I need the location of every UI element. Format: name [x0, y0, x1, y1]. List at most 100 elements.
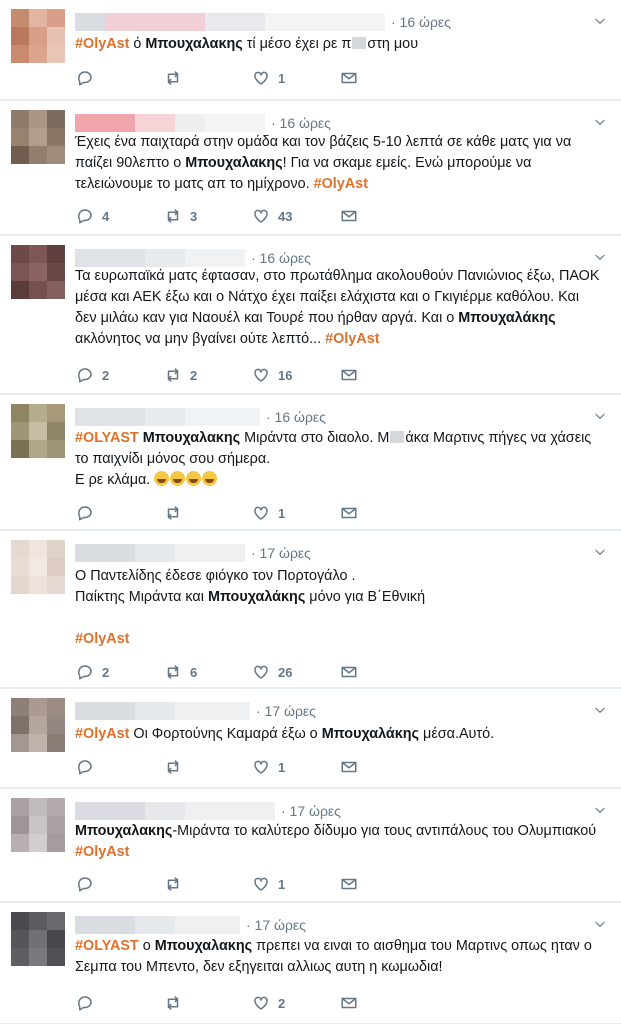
tweet-card[interactable]: · 17 ώρες #OlyAst Οι Φορτούνης Καμαρά έξω…: [0, 689, 621, 788]
chevron-down-icon[interactable]: [593, 250, 607, 260]
like-count: 16: [278, 367, 293, 383]
highlighted-term: Μπουχαλακης: [145, 36, 243, 52]
tweet-timestamp[interactable]: · 17 ώρες: [281, 803, 341, 819]
retweet-button[interactable]: 6: [164, 663, 252, 681]
direct-message-button[interactable]: [340, 758, 428, 776]
tweet-card[interactable]: · 17 ώρες Μπουχαλακης-Μιράντα το καλύτερο…: [0, 789, 621, 902]
tweet-text: #OLYAST ο Μπουχαλακης πρεπει να ειναι το…: [75, 936, 603, 978]
hashtag-link[interactable]: #OLYAST: [75, 938, 139, 954]
reply-button[interactable]: [76, 875, 164, 893]
reply-button[interactable]: [76, 994, 164, 1012]
hashtag-link[interactable]: #OLYAST: [75, 430, 139, 446]
direct-message-button[interactable]: [340, 994, 428, 1012]
avatar[interactable]: [11, 798, 65, 852]
like-button[interactable]: 1: [252, 758, 340, 776]
like-button[interactable]: 26: [252, 663, 340, 681]
tweet-timestamp[interactable]: · 16 ώρες: [251, 250, 311, 266]
like-button[interactable]: 1: [252, 69, 340, 87]
avatar[interactable]: [11, 698, 65, 752]
blurred-username[interactable]: [75, 802, 275, 820]
tweet-actions: 1: [76, 874, 428, 894]
blurred-username[interactable]: [75, 702, 250, 720]
like-button[interactable]: 1: [252, 875, 340, 893]
reply-icon: [76, 207, 94, 225]
avatar[interactable]: [11, 540, 65, 594]
tweet-card[interactable]: · 17 ώρες Ο Παντελίδης έδεσε φιόγκο τον Π…: [0, 531, 621, 688]
retweet-button[interactable]: 3: [164, 207, 252, 225]
like-button[interactable]: 16: [252, 366, 340, 384]
chevron-down-icon[interactable]: [593, 14, 607, 24]
chevron-down-icon[interactable]: [593, 803, 607, 813]
tears-of-joy-emoji-icon: [202, 471, 218, 486]
avatar[interactable]: [11, 245, 65, 299]
blurred-username[interactable]: [75, 114, 265, 132]
tweet-header: · 16 ώρες: [75, 12, 451, 32]
direct-message-button[interactable]: [340, 504, 428, 522]
heart-icon: [252, 504, 270, 522]
blurred-username[interactable]: [75, 408, 260, 426]
avatar[interactable]: [11, 404, 65, 458]
reply-button[interactable]: [76, 69, 164, 87]
retweet-button[interactable]: [164, 69, 252, 87]
text-segment: Οι Φορτούνης Καμαρά έξω ο: [129, 726, 322, 742]
tweet-timestamp[interactable]: · 16 ώρες: [266, 409, 326, 425]
highlighted-term: Μπουχαλάκης: [458, 310, 556, 326]
avatar[interactable]: [11, 912, 65, 966]
blurred-username[interactable]: [75, 249, 245, 267]
chevron-down-icon[interactable]: [593, 409, 607, 419]
retweet-button[interactable]: [164, 504, 252, 522]
reply-button[interactable]: 4: [76, 207, 164, 225]
direct-message-button[interactable]: [340, 875, 428, 893]
avatar[interactable]: [11, 110, 65, 164]
hashtag-link[interactable]: #OlyAst: [314, 176, 368, 192]
tweet-card[interactable]: · 16 ώρες Έχεις ένα παιχταρά στην ομάδα κ…: [0, 101, 621, 235]
tweet-timestamp[interactable]: · 17 ώρες: [256, 703, 316, 719]
like-button[interactable]: 1: [252, 504, 340, 522]
retweet-button[interactable]: 2: [164, 366, 252, 384]
hashtag-link[interactable]: #OlyAst: [325, 331, 379, 347]
chevron-down-icon[interactable]: [593, 703, 607, 713]
blurred-username[interactable]: [75, 544, 245, 562]
blurred-username[interactable]: [75, 916, 240, 934]
direct-message-button[interactable]: [340, 663, 428, 681]
tweet-header: · 16 ώρες: [75, 248, 311, 268]
like-button[interactable]: 43: [252, 207, 340, 225]
direct-message-button[interactable]: [340, 366, 428, 384]
highlighted-term: Μπουχαλακης: [154, 938, 253, 954]
tweet-timestamp[interactable]: · 17 ώρες: [251, 545, 311, 561]
tweet-card[interactable]: · 16 ώρες Τα ευρωπαϊκά ματς έφτασαν, στο …: [0, 236, 621, 394]
avatar[interactable]: [11, 9, 65, 63]
hashtag-link[interactable]: #OlyAst: [75, 631, 129, 647]
tweet-card[interactable]: · 17 ώρες #OLYAST ο Μπουχαλακης πρεπει να…: [0, 903, 621, 1024]
direct-message-button[interactable]: [340, 69, 428, 87]
tweet-timestamp[interactable]: · 16 ώρες: [391, 14, 451, 30]
tweet-timestamp[interactable]: · 17 ώρες: [246, 917, 306, 933]
tweet-text: Τα ευρωπαϊκά ματς έφτασαν, στο πρωτάθλημ…: [75, 266, 603, 350]
hashtag-link[interactable]: #OlyAst: [75, 36, 129, 52]
text-segment: ο: [138, 938, 155, 954]
direct-message-button[interactable]: [340, 207, 428, 225]
censored-block: [352, 37, 367, 49]
chevron-down-icon[interactable]: [593, 115, 607, 125]
reply-button[interactable]: [76, 758, 164, 776]
tweet-text: Μπουχαλακης-Μιράντα το καλύτερο δίδυμο γ…: [75, 821, 603, 863]
tweet-card[interactable]: · 16 ώρες #OLYAST Μπουχαλακης Μιράντα στο…: [0, 395, 621, 530]
tweet-card[interactable]: · 16 ώρες #OlyAst ό Μπουχαλακης τί μέσο έ…: [0, 0, 621, 100]
tweet-actions: 2: [76, 993, 428, 1013]
tweet-timestamp[interactable]: · 16 ώρες: [271, 115, 331, 131]
retweet-count: 6: [190, 664, 198, 680]
reply-button[interactable]: 2: [76, 663, 164, 681]
hashtag-link[interactable]: #OlyAst: [75, 844, 129, 860]
chevron-down-icon[interactable]: [593, 545, 607, 555]
retweet-button[interactable]: [164, 758, 252, 776]
retweet-button[interactable]: [164, 875, 252, 893]
reply-count: 2: [102, 367, 110, 383]
chevron-down-icon[interactable]: [593, 917, 607, 927]
retweet-button[interactable]: [164, 994, 252, 1012]
like-button[interactable]: 2: [252, 994, 340, 1012]
blurred-username[interactable]: [75, 13, 385, 31]
hashtag-link[interactable]: #OlyAst: [75, 726, 129, 742]
reply-button[interactable]: 2: [76, 366, 164, 384]
like-count: 1: [278, 759, 286, 775]
reply-button[interactable]: [76, 504, 164, 522]
